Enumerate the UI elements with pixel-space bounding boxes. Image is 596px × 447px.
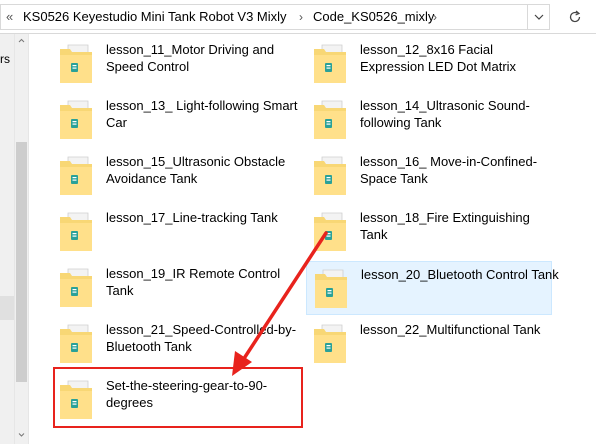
folder-item[interactable]: lesson_16_ Move-in-Confined-Space Tank — [306, 149, 552, 203]
folder-item[interactable]: lesson_21_Speed-Controlled-by-Bluetooth … — [52, 317, 302, 371]
folder-label: lesson_22_Multifunctional Tank — [360, 322, 541, 337]
folder-icon — [58, 99, 94, 141]
chevron-up-icon — [18, 38, 25, 43]
breadcrumb[interactable]: « KS0526 Keyestudio Mini Tank Robot V3 M… — [0, 4, 528, 30]
breadcrumb-overflow-icon[interactable]: « — [6, 5, 13, 29]
navigation-pane-selected-row[interactable] — [0, 296, 14, 320]
vertical-scrollbar[interactable] — [14, 34, 29, 444]
folder-label: lesson_11_Motor Driving and Speed Contro… — [106, 42, 275, 74]
folder-icon — [58, 43, 94, 85]
folder-label: lesson_14_Ultrasonic Sound-following Tan… — [360, 98, 530, 130]
breadcrumb-separator-icon[interactable]: › — [433, 5, 437, 29]
breadcrumb-separator-icon[interactable]: › — [299, 5, 303, 29]
scroll-up-button[interactable] — [15, 34, 28, 48]
folder-label: lesson_16_ Move-in-Confined-Space Tank — [360, 154, 538, 186]
folder-icon — [312, 323, 348, 365]
scrollbar-thumb[interactable] — [16, 142, 27, 382]
folder-item[interactable]: lesson_20_Bluetooth Control Tank — [306, 261, 559, 315]
folder-label: lesson_19_IR Remote Control Tank — [106, 266, 281, 298]
folder-icon — [58, 267, 94, 309]
folder-icon — [312, 99, 348, 141]
folder-label: lesson_12_8x16 Facial Expression LED Dot… — [360, 42, 517, 74]
navigation-pane-text: rs — [0, 52, 10, 66]
folder-icon — [313, 268, 349, 310]
folder-item[interactable]: lesson_11_Motor Driving and Speed Contro… — [52, 37, 302, 91]
folder-label: lesson_18_Fire Extinguishing Tank — [360, 210, 530, 242]
folder-item[interactable]: lesson_13_ Light-following Smart Car — [52, 93, 302, 147]
folder-item[interactable]: lesson_17_Line-tracking Tank — [52, 205, 302, 259]
navigation-pane[interactable]: rs — [0, 34, 14, 444]
folder-label: lesson_13_ Light-following Smart Car — [106, 98, 298, 130]
folder-label: lesson_20_Bluetooth Control Tank — [361, 267, 559, 282]
folder-icon — [58, 211, 94, 253]
folder-label: lesson_21_Speed-Controlled-by-Bluetooth … — [106, 322, 297, 354]
address-bar: « KS0526 Keyestudio Mini Tank Robot V3 M… — [0, 0, 596, 34]
folder-item[interactable]: lesson_14_Ultrasonic Sound-following Tan… — [306, 93, 552, 147]
refresh-icon — [569, 10, 581, 23]
chevron-down-icon — [18, 433, 25, 437]
folder-label: lesson_15_Ultrasonic Obstacle Avoidance … — [106, 154, 286, 186]
folder-icon — [58, 155, 94, 197]
scroll-down-button[interactable] — [15, 428, 28, 442]
folder-icon — [312, 43, 348, 85]
folder-label: lesson_17_Line-tracking Tank — [106, 210, 278, 225]
folder-item[interactable]: lesson_15_Ultrasonic Obstacle Avoidance … — [52, 149, 302, 203]
folder-item[interactable]: lesson_12_8x16 Facial Expression LED Dot… — [306, 37, 552, 91]
folder-item[interactable]: lesson_18_Fire Extinguishing Tank — [306, 205, 552, 259]
folder-item[interactable]: lesson_19_IR Remote Control Tank — [52, 261, 302, 315]
folder-icon — [312, 155, 348, 197]
breadcrumb-item-project[interactable]: KS0526 Keyestudio Mini Tank Robot V3 Mix… — [23, 5, 287, 29]
folder-icon — [58, 323, 94, 365]
address-dropdown-button[interactable] — [528, 4, 550, 30]
folder-item[interactable]: lesson_22_Multifunctional Tank — [306, 317, 552, 371]
annotation-highlight-box — [53, 367, 303, 428]
chevron-down-icon — [534, 14, 544, 20]
refresh-button[interactable] — [560, 4, 590, 30]
folder-icon — [312, 211, 348, 253]
breadcrumb-item-code[interactable]: Code_KS0526_mixly — [313, 5, 434, 29]
